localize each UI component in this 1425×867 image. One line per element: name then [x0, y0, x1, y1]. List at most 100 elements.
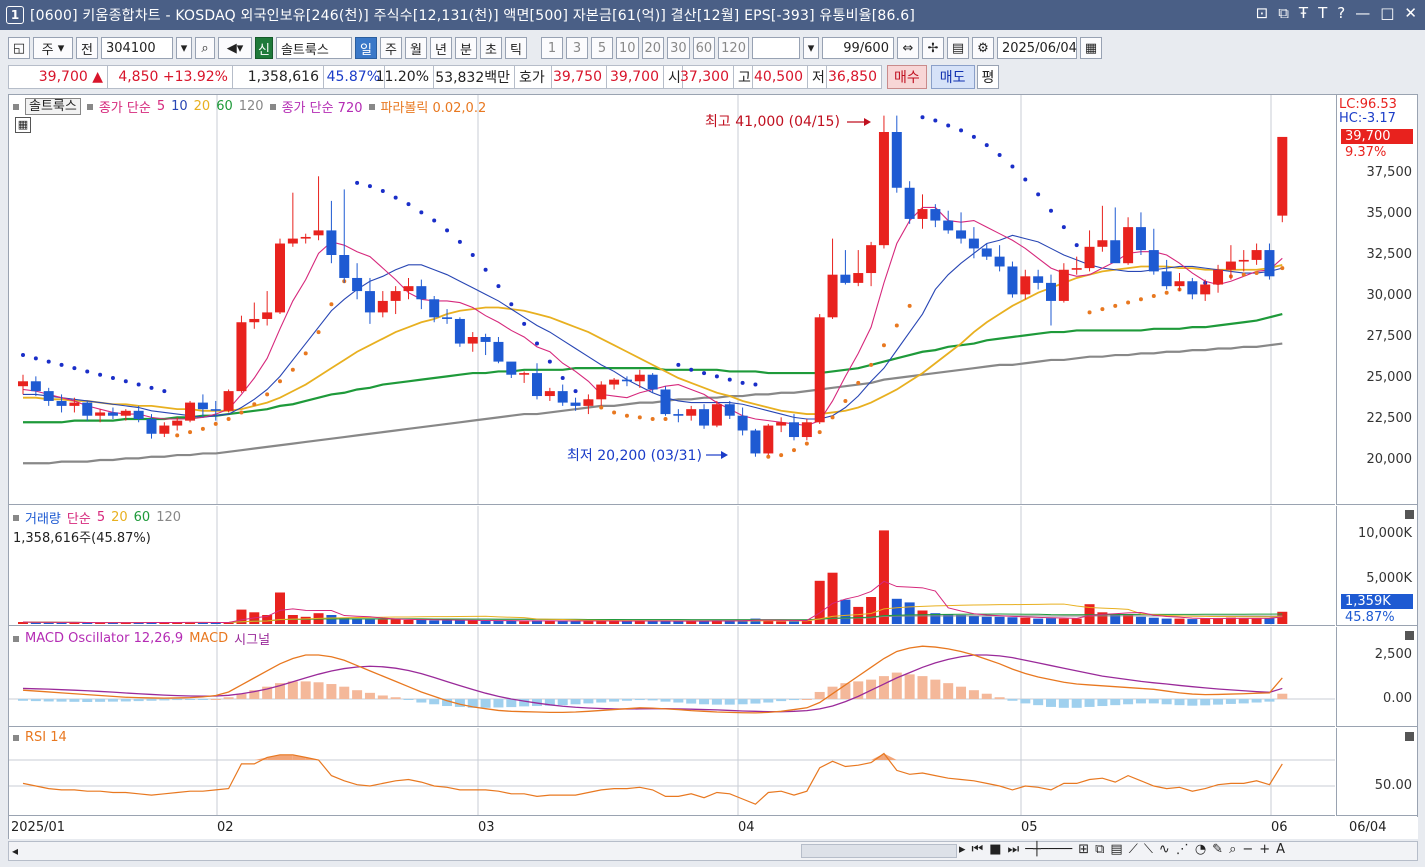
- link-icon[interactable]: ⊡: [1256, 4, 1269, 22]
- calendar-icon[interactable]: ▦: [1079, 37, 1102, 59]
- period-month[interactable]: 월: [404, 37, 427, 59]
- legend-sar[interactable]: 파라볼릭 0.02,0.2: [381, 97, 487, 116]
- period-day[interactable]: 일: [354, 37, 377, 59]
- first-icon[interactable]: ⏮: [972, 842, 984, 857]
- count-field[interactable]: 99/600: [821, 37, 894, 59]
- save-icon[interactable]: ▤: [946, 37, 969, 59]
- volume-title[interactable]: 거래량: [25, 508, 61, 527]
- period-second[interactable]: 초: [479, 37, 502, 59]
- interval-120[interactable]: 120: [718, 37, 749, 59]
- chart-scrollbar[interactable]: ◂ ▸ ⏮ ■ ⏭ ─┼──── ⊞ ⧉ ▤ ⟋ ⟍ ∿ ⋰ ◔ ✎ ⌕ − +…: [8, 841, 1418, 861]
- zoom-slider-icon[interactable]: ─┼────: [1025, 842, 1072, 857]
- interval-3[interactable]: 3: [565, 37, 588, 59]
- edit-icon[interactable]: ✎: [1212, 842, 1223, 857]
- zoom-search-icon[interactable]: ⌕: [1229, 842, 1236, 857]
- maximize-button[interactable]: □: [1380, 4, 1394, 22]
- interval-20[interactable]: 20: [641, 37, 665, 59]
- date-input[interactable]: 2025/06/04: [996, 37, 1077, 59]
- interval-60[interactable]: 60: [692, 37, 716, 59]
- buy-button[interactable]: 매수: [887, 65, 927, 89]
- period-minute[interactable]: 분: [454, 37, 477, 59]
- sar-dot: [46, 359, 51, 364]
- scroll-right-icon[interactable]: ▸: [959, 842, 966, 857]
- period-year[interactable]: 년: [429, 37, 452, 59]
- macd-osc-bar: [223, 697, 234, 699]
- macd-y-axis: 2,500 0.00: [1336, 627, 1418, 727]
- high-label: 고: [733, 65, 753, 89]
- volume-pane[interactable]: 거래량 단순 5 20 60 120 1,358,616주(45.87%): [9, 506, 1335, 626]
- fib-tool-icon[interactable]: ⋰: [1176, 842, 1189, 857]
- zoom-out-icon[interactable]: −: [1242, 842, 1253, 857]
- stop-icon[interactable]: ■: [989, 842, 1001, 857]
- candle: [634, 374, 645, 382]
- grid-icon[interactable]: ⊞: [1078, 842, 1089, 857]
- table-icon[interactable]: ▦: [15, 117, 31, 133]
- pane-close-icon[interactable]: [1405, 510, 1414, 519]
- pane-close-icon[interactable]: [1405, 732, 1414, 741]
- legend-ma720[interactable]: 종가 단순 720: [282, 97, 363, 116]
- stock-code-input[interactable]: 304100: [101, 37, 173, 59]
- draw-tool-icon[interactable]: ⟋: [1129, 842, 1138, 857]
- candle: [249, 318, 260, 323]
- last-icon[interactable]: ⏭: [1008, 842, 1020, 857]
- trend-tool-icon[interactable]: ∿: [1159, 842, 1170, 857]
- interval-5[interactable]: 5: [590, 37, 613, 59]
- pin-icon[interactable]: Ŧ: [1299, 4, 1308, 22]
- gear-icon[interactable]: ⚙: [971, 37, 994, 59]
- market-select[interactable]: 주 ▾: [33, 37, 73, 59]
- layout-icon[interactable]: ◱: [8, 37, 30, 59]
- line-tool-icon[interactable]: ⟍: [1144, 842, 1153, 857]
- candle: [442, 317, 453, 319]
- scroll-left-icon[interactable]: ◂: [9, 844, 21, 858]
- prev-button[interactable]: 전: [76, 37, 98, 59]
- table-view-icon[interactable]: ▤: [1110, 842, 1122, 857]
- interval-10[interactable]: 10: [615, 37, 639, 59]
- font-icon[interactable]: T: [1318, 4, 1327, 22]
- period-tick[interactable]: 틱: [504, 37, 527, 59]
- legend-marker: [269, 103, 276, 110]
- macd-osc-label[interactable]: MACD Oscillator 12,26,9: [25, 631, 183, 646]
- legend-ma-label[interactable]: 종가 단순: [99, 97, 151, 116]
- search-icon[interactable]: ⌕: [195, 37, 215, 59]
- close-button[interactable]: ✕: [1404, 4, 1417, 22]
- rsi-label[interactable]: RSI 14: [25, 730, 67, 745]
- window-icon[interactable]: ⧉: [1095, 842, 1104, 857]
- sar-dot: [997, 152, 1002, 157]
- help-icon[interactable]: ?: [1337, 4, 1345, 22]
- sound-icon[interactable]: ◀▾: [218, 37, 252, 59]
- macd-pane[interactable]: MACD Oscillator 12,26,9 MACD 시그널: [9, 627, 1335, 727]
- macd-legend: MACD Oscillator 12,26,9 MACD 시그널: [13, 629, 270, 648]
- rsi-pane[interactable]: RSI 14: [9, 728, 1335, 816]
- interval-30[interactable]: 30: [667, 37, 690, 59]
- low-label: 저: [807, 65, 827, 89]
- zoom-in-icon[interactable]: +: [1259, 842, 1270, 857]
- vol-ma20: 20: [111, 510, 128, 525]
- crosshair-icon[interactable]: ✢: [921, 37, 944, 59]
- minimize-button[interactable]: —: [1355, 4, 1370, 22]
- candle: [956, 230, 967, 239]
- stock-name-field[interactable]: 솔트룩스: [275, 37, 352, 59]
- text-tool-icon[interactable]: A: [1276, 842, 1285, 857]
- macd-osc-bar: [917, 676, 928, 699]
- code-dropdown-icon[interactable]: ▾: [176, 37, 192, 59]
- average-button[interactable]: 평: [976, 65, 1000, 89]
- move-icon[interactable]: ⇔: [896, 37, 919, 59]
- price-pane[interactable]: 솔트룩스 종가 단순 5 10 20 60 120 종가 단순 720 파라볼릭…: [9, 95, 1335, 505]
- scroll-thumb[interactable]: [801, 844, 957, 858]
- volume-bar: [1251, 618, 1262, 624]
- sar-dot: [1138, 297, 1143, 302]
- change-pct: +13.92%: [162, 69, 228, 85]
- restore-icon[interactable]: ⧉: [1278, 4, 1289, 22]
- interval-dropdown-icon[interactable]: ▾: [802, 37, 819, 59]
- candle: [1225, 261, 1236, 270]
- period-week[interactable]: 주: [379, 37, 402, 59]
- legend-stock[interactable]: 솔트룩스: [25, 98, 81, 115]
- legend-marker: [13, 635, 19, 642]
- interval-custom-input[interactable]: [751, 37, 800, 59]
- chart-area[interactable]: 솔트룩스 종가 단순 5 10 20 60 120 종가 단순 720 파라볼릭…: [8, 94, 1418, 839]
- interval-1[interactable]: 1: [540, 37, 563, 59]
- shape-tool-icon[interactable]: ◔: [1195, 842, 1206, 857]
- sell-button[interactable]: 매도: [930, 65, 975, 89]
- candle: [583, 399, 594, 406]
- pane-close-icon[interactable]: [1405, 631, 1414, 640]
